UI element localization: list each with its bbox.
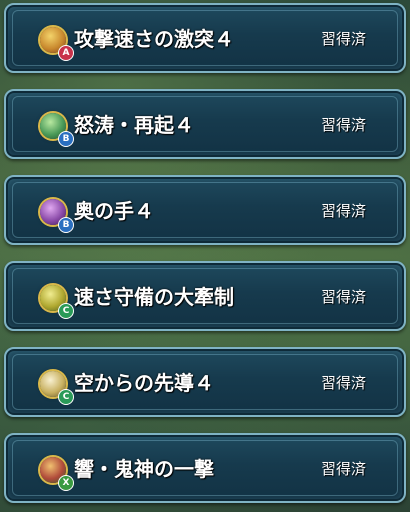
skill-row[interactable]: C 速さ守備の大牽制 習得済	[4, 261, 406, 331]
slot-c-badge: C	[58, 303, 74, 319]
slot-x-badge: X	[58, 475, 74, 491]
skill-list: A 攻撃速さの激突４ 習得済 B 怒涛・再起４ 習得済 B 奥の手４ 習得済 C…	[0, 0, 410, 512]
slot-a-badge: A	[58, 45, 74, 61]
skill-name: 攻撃速さの激突４	[74, 27, 234, 51]
skill-name: 速さ守備の大牽制	[74, 285, 234, 309]
slot-c-badge: C	[58, 389, 74, 405]
learned-status: 習得済	[320, 374, 366, 392]
learned-status: 習得済	[320, 460, 366, 478]
skill-name: 怒涛・再起４	[74, 113, 194, 137]
learned-status: 習得済	[320, 202, 366, 220]
skill-name: 奥の手４	[74, 199, 154, 223]
skill-row[interactable]: B 怒涛・再起４ 習得済	[4, 89, 406, 159]
learned-status: 習得済	[320, 30, 366, 48]
learned-status: 習得済	[320, 116, 366, 134]
skill-row[interactable]: B 奥の手４ 習得済	[4, 175, 406, 245]
skill-row[interactable]: X 響・鬼神の一撃 習得済	[4, 433, 406, 503]
slot-b-badge: B	[58, 217, 74, 233]
learned-status: 習得済	[320, 288, 366, 306]
skill-row[interactable]: A 攻撃速さの激突４ 習得済	[4, 3, 406, 73]
skill-row[interactable]: C 空からの先導４ 習得済	[4, 347, 406, 417]
skill-name: 響・鬼神の一撃	[74, 457, 214, 481]
skill-name: 空からの先導４	[74, 371, 214, 395]
slot-b-badge: B	[58, 131, 74, 147]
